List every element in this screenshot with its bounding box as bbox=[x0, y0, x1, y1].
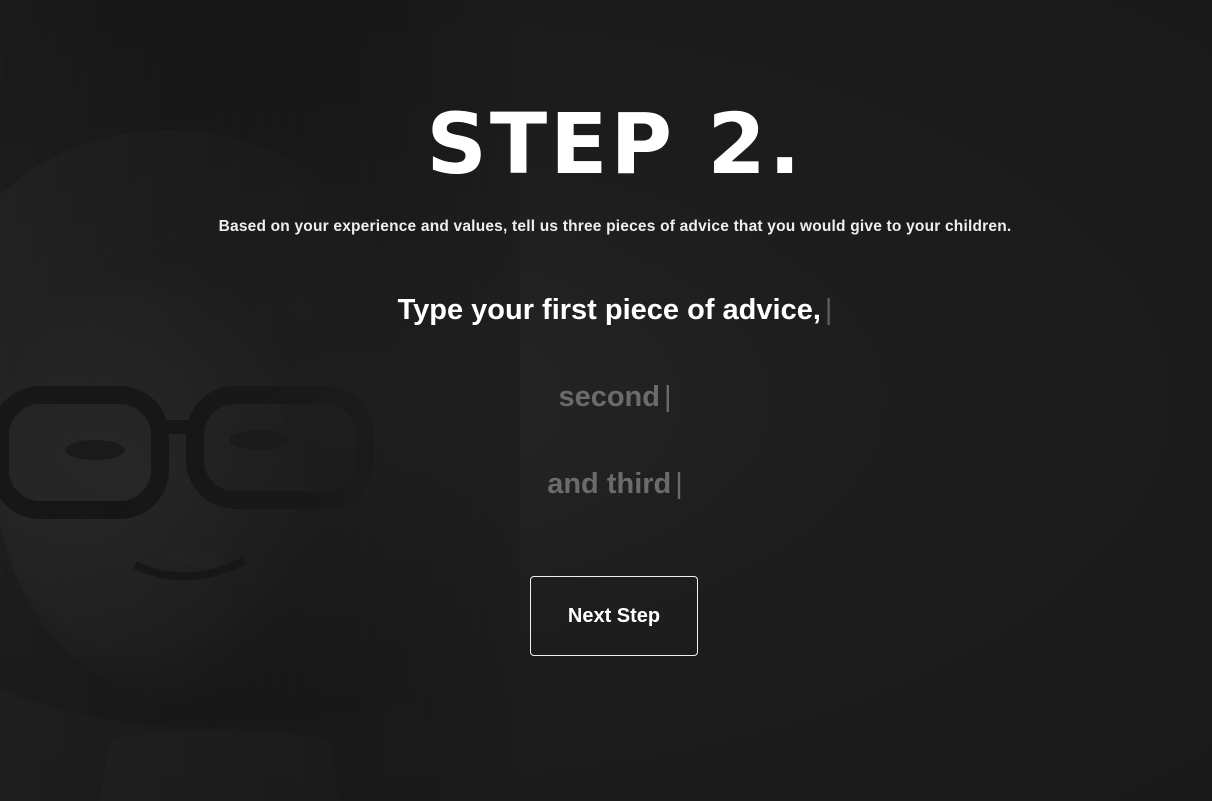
step-content: STEP 2. Based on your experience and val… bbox=[0, 0, 1212, 801]
third-advice-placeholder: and third bbox=[547, 468, 672, 500]
second-advice-input[interactable]: second | bbox=[0, 379, 1212, 415]
page-title: STEP 2. bbox=[426, 95, 804, 193]
first-advice-input[interactable]: Type your first piece of advice, | bbox=[0, 292, 1212, 328]
text-caret: | bbox=[675, 468, 683, 500]
text-caret: | bbox=[663, 381, 672, 413]
text-caret: | bbox=[824, 294, 833, 326]
second-advice-placeholder: second bbox=[558, 381, 660, 413]
first-advice-placeholder: Type your first piece of advice, bbox=[397, 294, 821, 326]
step-two-page: STEP 2. Based on your experience and val… bbox=[0, 0, 1212, 801]
third-advice-input[interactable]: and third | bbox=[0, 466, 1212, 502]
instructions-text: Based on your experience and values, tel… bbox=[218, 218, 1012, 235]
next-step-button[interactable]: Next Step bbox=[530, 576, 698, 656]
